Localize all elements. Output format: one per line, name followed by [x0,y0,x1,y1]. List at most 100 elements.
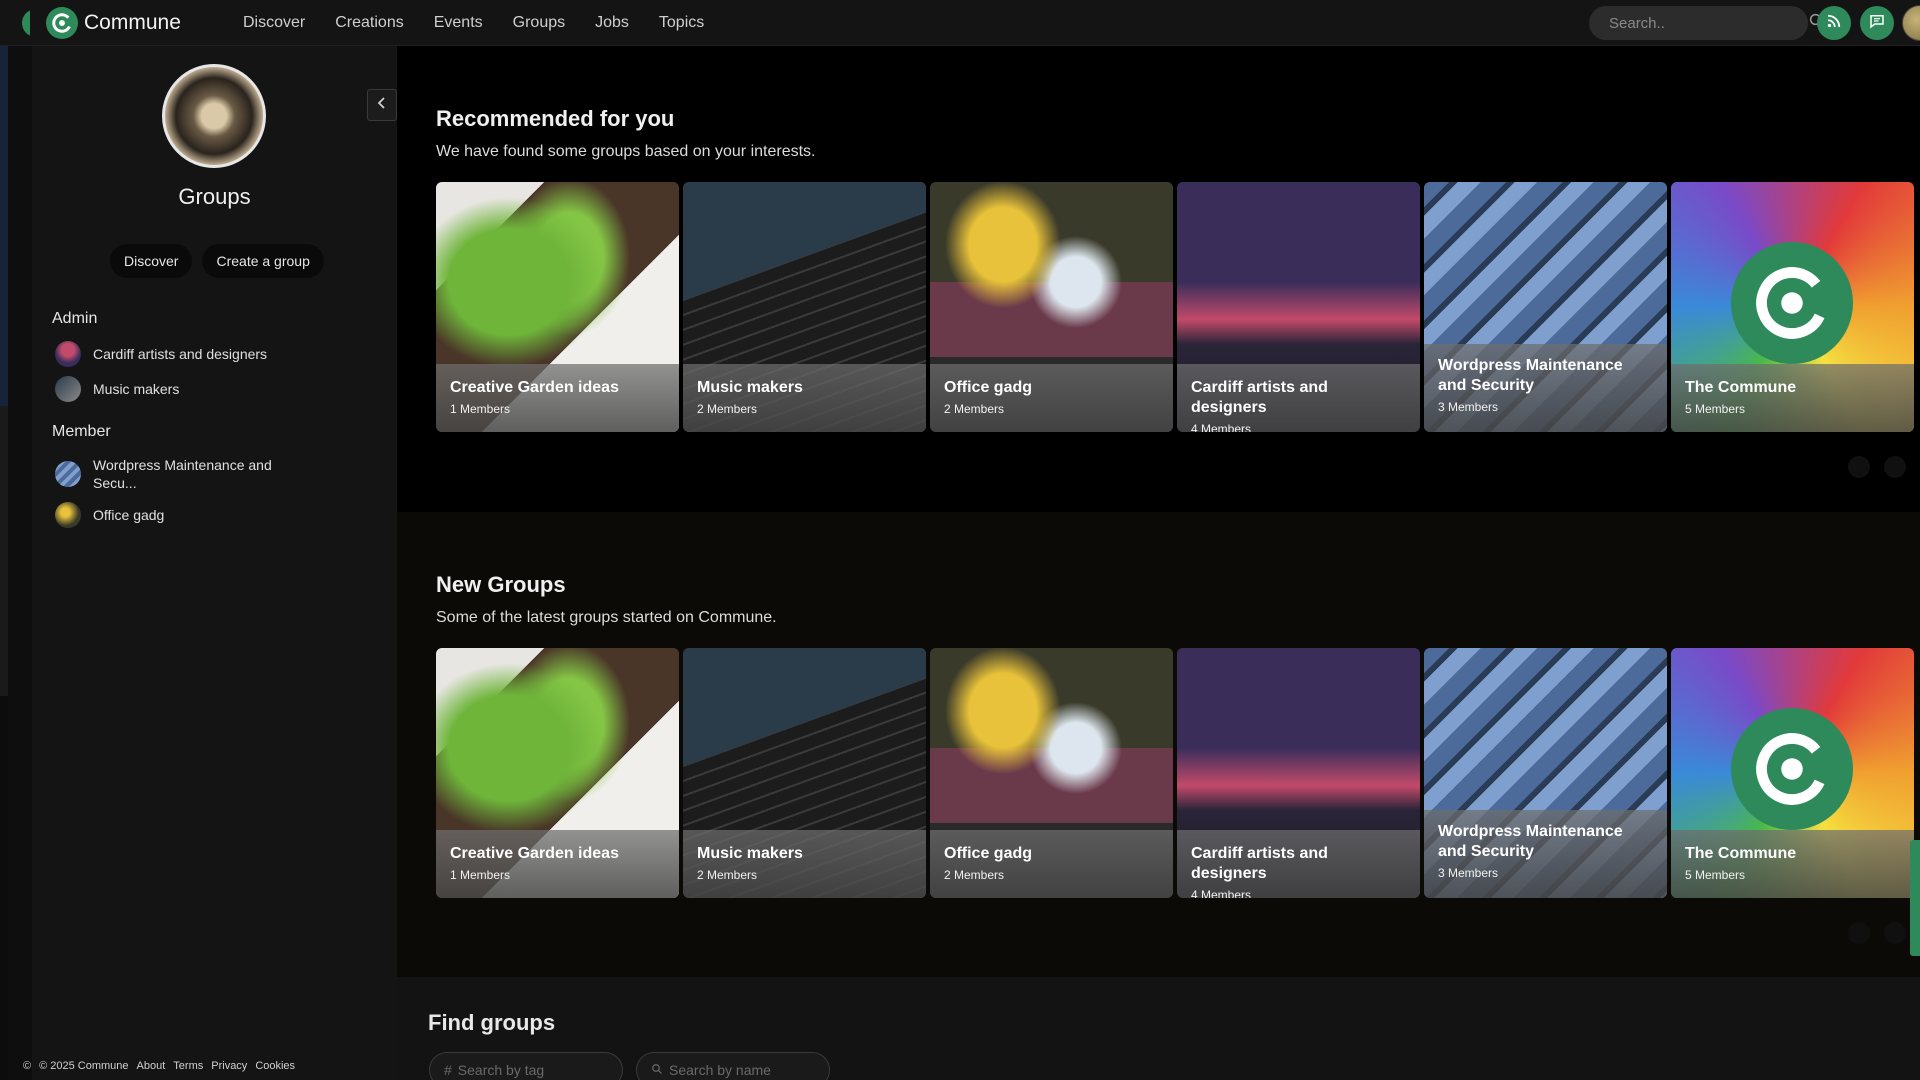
hash-icon: # [444,1062,452,1078]
group-name: The Commune [1685,845,1797,862]
nav-events[interactable]: Events [434,14,483,32]
member-count: 2 Members [697,868,758,882]
footer-privacy-link[interactable]: Privacy [211,1060,247,1072]
member-count: 3 Members [1438,400,1499,414]
name-search-input[interactable] [669,1062,815,1078]
sidebar-title: Groups [178,184,251,209]
group-avatar [55,376,81,402]
member-count: 2 Members [944,868,1005,882]
group-card[interactable]: Office gadg 2 Members [930,648,1173,898]
top-navigation-bar: Commune Discover Creations Events Groups… [0,0,1920,46]
nav-groups[interactable]: Groups [513,14,565,32]
group-avatar [55,341,81,367]
sidebar-item-cardiff[interactable]: Cardiff artists and designers [55,341,325,367]
nav-discover[interactable]: Discover [243,14,305,32]
search-input[interactable] [1609,14,1808,32]
footer-about-link[interactable]: About [137,1060,166,1072]
group-name: Music makers [697,845,803,862]
recommended-carousel: Creative Garden ideas 1 Members Music mak… [436,182,1914,432]
group-card[interactable]: Creative Garden ideas 1 Members [436,182,679,432]
group-card[interactable]: Music makers 2 Members [683,648,926,898]
member-count: 5 Members [1685,868,1746,882]
group-card[interactable]: Wordpress Maintenance and Security 3 Memb… [1424,648,1667,898]
group-name: The Commune [1685,379,1797,396]
group-name: Creative Garden ideas [450,845,619,862]
footer-terms-link[interactable]: Terms [173,1060,203,1072]
new-groups-subtitle: Some of the latest groups started on Com… [436,609,777,626]
nav-jobs[interactable]: Jobs [595,14,629,32]
recommended-title: Recommended for you [436,106,675,131]
carousel-prev-button[interactable] [1848,456,1870,478]
sidebar-item-label: Wordpress Maintenance and Secu... [93,457,272,491]
collapse-sidebar-button[interactable] [367,89,397,121]
new-groups-carousel-nav [1848,922,1906,944]
member-count: 3 Members [1438,866,1499,880]
main-nav: Discover Creations Events Groups Jobs To… [243,0,734,46]
member-count: 4 Members [1191,888,1252,898]
recommended-carousel-nav [1848,456,1906,478]
commune-logo-icon [46,7,78,39]
sidebar-item-label: Office gadg [93,507,165,523]
rss-icon [1825,12,1843,35]
group-name: Cardiff artists and designers [1191,845,1328,882]
chat-icon [1868,12,1886,35]
site-footer: © © 2025 Commune About Terms Privacy Coo… [23,1060,295,1072]
group-name: Creative Garden ideas [450,379,619,396]
group-card[interactable]: The Commune 5 Members [1671,182,1914,432]
group-name: Wordpress Maintenance and Security [1438,823,1623,860]
chevron-left-icon [376,96,388,115]
group-card[interactable]: Creative Garden ideas 1 Members [436,648,679,898]
discover-button[interactable]: Discover [110,244,193,278]
sidebar-item-label: Cardiff artists and designers [93,346,268,362]
group-avatar [55,502,81,528]
group-card[interactable]: Wordpress Maintenance and Security 3 Memb… [1424,182,1667,432]
group-card[interactable]: Music makers 2 Members [683,182,926,432]
footer-cookies-link[interactable]: Cookies [255,1060,295,1072]
find-groups-title: Find groups [428,1010,556,1035]
carousel-prev-button[interactable] [1848,922,1870,944]
nav-topics[interactable]: Topics [659,14,704,32]
messages-button[interactable] [1860,6,1894,40]
group-name: Wordpress Maintenance and Security [1438,357,1623,394]
sidebar-item-office[interactable]: Office gadg [55,502,325,528]
user-avatar[interactable] [1902,5,1920,41]
brand-name: Commune [84,11,181,34]
brand-link[interactable]: Commune [46,7,181,39]
nav-creations[interactable]: Creations [335,14,403,32]
member-count: 2 Members [697,402,758,416]
sidebar-item-label: Music makers [93,381,180,397]
member-count: 2 Members [944,402,1005,416]
group-name: Office gadg [944,845,1033,862]
group-name: Music makers [697,379,803,396]
commune-logo-icon [1731,242,1853,364]
member-count: 1 Members [450,868,511,882]
new-groups-carousel: Creative Garden ideas 1 Members Music mak… [436,648,1914,898]
carousel-next-button[interactable] [1884,922,1906,944]
group-card[interactable]: The Commune 5 Members [1671,648,1914,898]
group-name: Office gadg [944,379,1033,396]
member-count: 1 Members [450,402,511,416]
group-card[interactable]: Office gadg 2 Members [930,182,1173,432]
recommended-subtitle: We have found some groups based on your … [436,143,816,160]
sidebar-item-wordpress[interactable]: Wordpress Maintenance and Secu... [55,456,325,492]
copyright-icon: © [23,1060,32,1072]
search-icon [651,1062,663,1078]
carousel-next-button[interactable] [1884,456,1906,478]
member-count: 4 Members [1191,422,1252,432]
feed-button[interactable] [1817,6,1851,40]
group-avatar [55,461,81,487]
left-rail [0,46,8,1080]
group-card[interactable]: Cardiff artists and designers 4 Members [1177,648,1420,898]
sidebar-item-music[interactable]: Music makers [55,376,325,402]
admin-section-label: Admin [52,310,98,327]
scroll-accent [1910,840,1920,956]
copyright-text: © 2025 Commune [39,1060,129,1072]
name-search-field [636,1052,830,1080]
tag-search-field: # [429,1052,623,1080]
tag-search-input[interactable] [457,1062,608,1078]
create-group-button[interactable]: Create a group [202,244,324,278]
find-groups-band [397,977,1920,1080]
sidebar-actions: Discover Create a group [110,244,324,278]
group-card[interactable]: Cardiff artists and designers 4 Members [1177,182,1420,432]
member-section-label: Member [52,423,111,440]
